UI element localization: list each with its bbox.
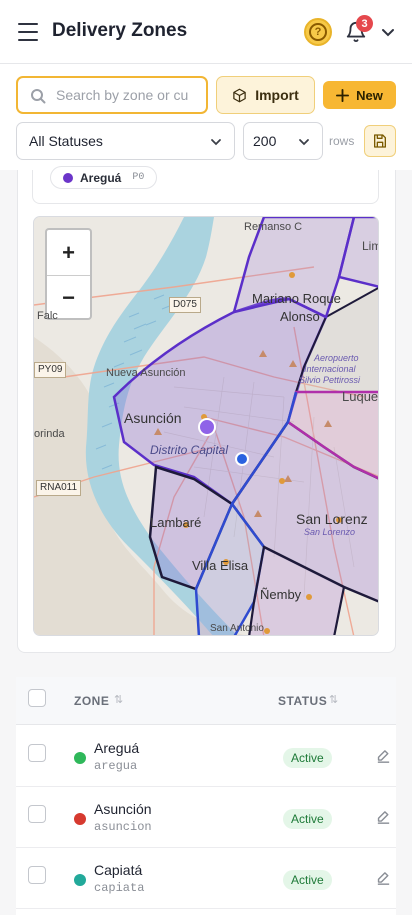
map-label: Silvio Pettirossi xyxy=(299,375,361,385)
map-label: Lambaré xyxy=(150,515,202,530)
sort-icon[interactable]: ⇅ xyxy=(114,693,123,706)
map-label: San Antonio xyxy=(210,623,264,634)
legend-zone-name: Areguá xyxy=(80,170,122,185)
legend-chip[interactable]: Areguá P0 xyxy=(50,166,157,189)
search-input[interactable] xyxy=(56,78,204,112)
map-label: Falc xyxy=(37,310,58,322)
chevron-down-icon[interactable] xyxy=(380,24,396,40)
map-label: San Lorenzo xyxy=(304,527,356,537)
zone-slug: capiata xyxy=(94,881,145,895)
chevron-down-icon xyxy=(299,139,309,146)
zone-name: Capiatá xyxy=(94,862,143,878)
map-label: Nueva Asunción xyxy=(106,367,186,379)
road-shield: RNA011 xyxy=(36,480,82,496)
plus-icon xyxy=(336,88,350,102)
map-label: Luque xyxy=(342,389,379,404)
sort-icon[interactable]: ⇅ xyxy=(329,693,338,706)
zone-slug: asuncion xyxy=(94,820,152,834)
map-label: Internacional xyxy=(304,364,356,374)
help-button[interactable]: ? xyxy=(304,18,332,46)
map-label: Remanso C xyxy=(244,221,303,233)
row-checkbox[interactable] xyxy=(28,744,46,762)
zone-color-dot xyxy=(74,874,86,886)
select-all-checkbox[interactable] xyxy=(28,689,46,707)
status-badge: Active xyxy=(283,870,332,890)
map-label: Distrito Capital xyxy=(150,443,229,457)
new-label: New xyxy=(356,87,383,103)
map-label: San Lorenz xyxy=(296,511,368,527)
edit-icon[interactable] xyxy=(375,748,392,765)
map-label: Alonso xyxy=(280,309,320,324)
zones-table: ZONE ⇅ STATUS ⇅ Areguá aregua Active Asu… xyxy=(16,677,396,915)
import-label: Import xyxy=(255,87,299,103)
road-shield: D075 xyxy=(169,297,201,313)
menu-icon[interactable] xyxy=(18,23,38,41)
zones-map[interactable]: + − Remanso C Lim Mariano Roque Alonso F… xyxy=(33,216,379,636)
row-checkbox[interactable] xyxy=(28,866,46,884)
zoom-control: + − xyxy=(45,228,92,320)
map-label: Ñemby xyxy=(260,587,302,602)
zone-color-dot xyxy=(74,813,86,825)
rows-label: rows xyxy=(329,134,355,148)
search-icon xyxy=(31,89,46,104)
map-label: Lim xyxy=(362,239,378,253)
status-filter-select[interactable]: All Statuses xyxy=(16,122,235,160)
toolbar: Import New All Statuses 200 rows xyxy=(0,64,412,170)
search-field[interactable] xyxy=(16,76,208,114)
legend-color-dot xyxy=(63,172,73,183)
rows-value: 200 xyxy=(253,133,277,149)
zoom-in-button[interactable]: + xyxy=(47,230,90,275)
status-badge: Active xyxy=(283,748,332,768)
zone-name: Areguá xyxy=(94,740,140,756)
map-label: orinda xyxy=(34,428,65,440)
edit-icon[interactable] xyxy=(375,809,392,826)
table-header: ZONE ⇅ STATUS ⇅ xyxy=(16,677,396,725)
notification-badge: 3 xyxy=(356,15,373,32)
map-label: Villa Elisa xyxy=(192,558,249,573)
legend-zone-code: P0 xyxy=(132,172,145,183)
zone-column-header[interactable]: ZONE xyxy=(74,694,109,708)
rows-per-page-select[interactable]: 200 xyxy=(243,122,323,160)
zone-name: Asunción xyxy=(94,801,152,817)
box-icon xyxy=(233,88,246,102)
map-label: Mariano Roque xyxy=(252,291,341,306)
zone-color-dot xyxy=(74,752,86,764)
table-row[interactable]: Asunción asuncion Active xyxy=(16,787,396,848)
status-filter-value: All Statuses xyxy=(29,133,103,149)
row-checkbox[interactable] xyxy=(28,805,46,823)
map-label: Aeropuerto xyxy=(314,353,359,363)
status-column-header[interactable]: STATUS xyxy=(278,694,327,708)
save-icon xyxy=(374,134,386,148)
top-bar: Delivery Zones ? 3 xyxy=(0,0,412,64)
table-row[interactable]: Capiatá capiata Active xyxy=(16,848,396,909)
zone-slug: aregua xyxy=(94,759,138,773)
table-row[interactable]: Areguá aregua Active xyxy=(16,726,396,787)
chevron-down-icon xyxy=(211,139,221,146)
page-title: Delivery Zones xyxy=(52,20,188,41)
save-view-button[interactable] xyxy=(364,125,396,157)
question-icon: ? xyxy=(309,23,327,41)
map-label: Asunción xyxy=(124,410,182,426)
import-button[interactable]: Import xyxy=(216,76,315,114)
road-shield: PY09 xyxy=(34,362,67,378)
new-zone-button[interactable]: New xyxy=(323,81,396,109)
edit-icon[interactable] xyxy=(375,870,392,887)
status-badge: Active xyxy=(283,809,332,829)
